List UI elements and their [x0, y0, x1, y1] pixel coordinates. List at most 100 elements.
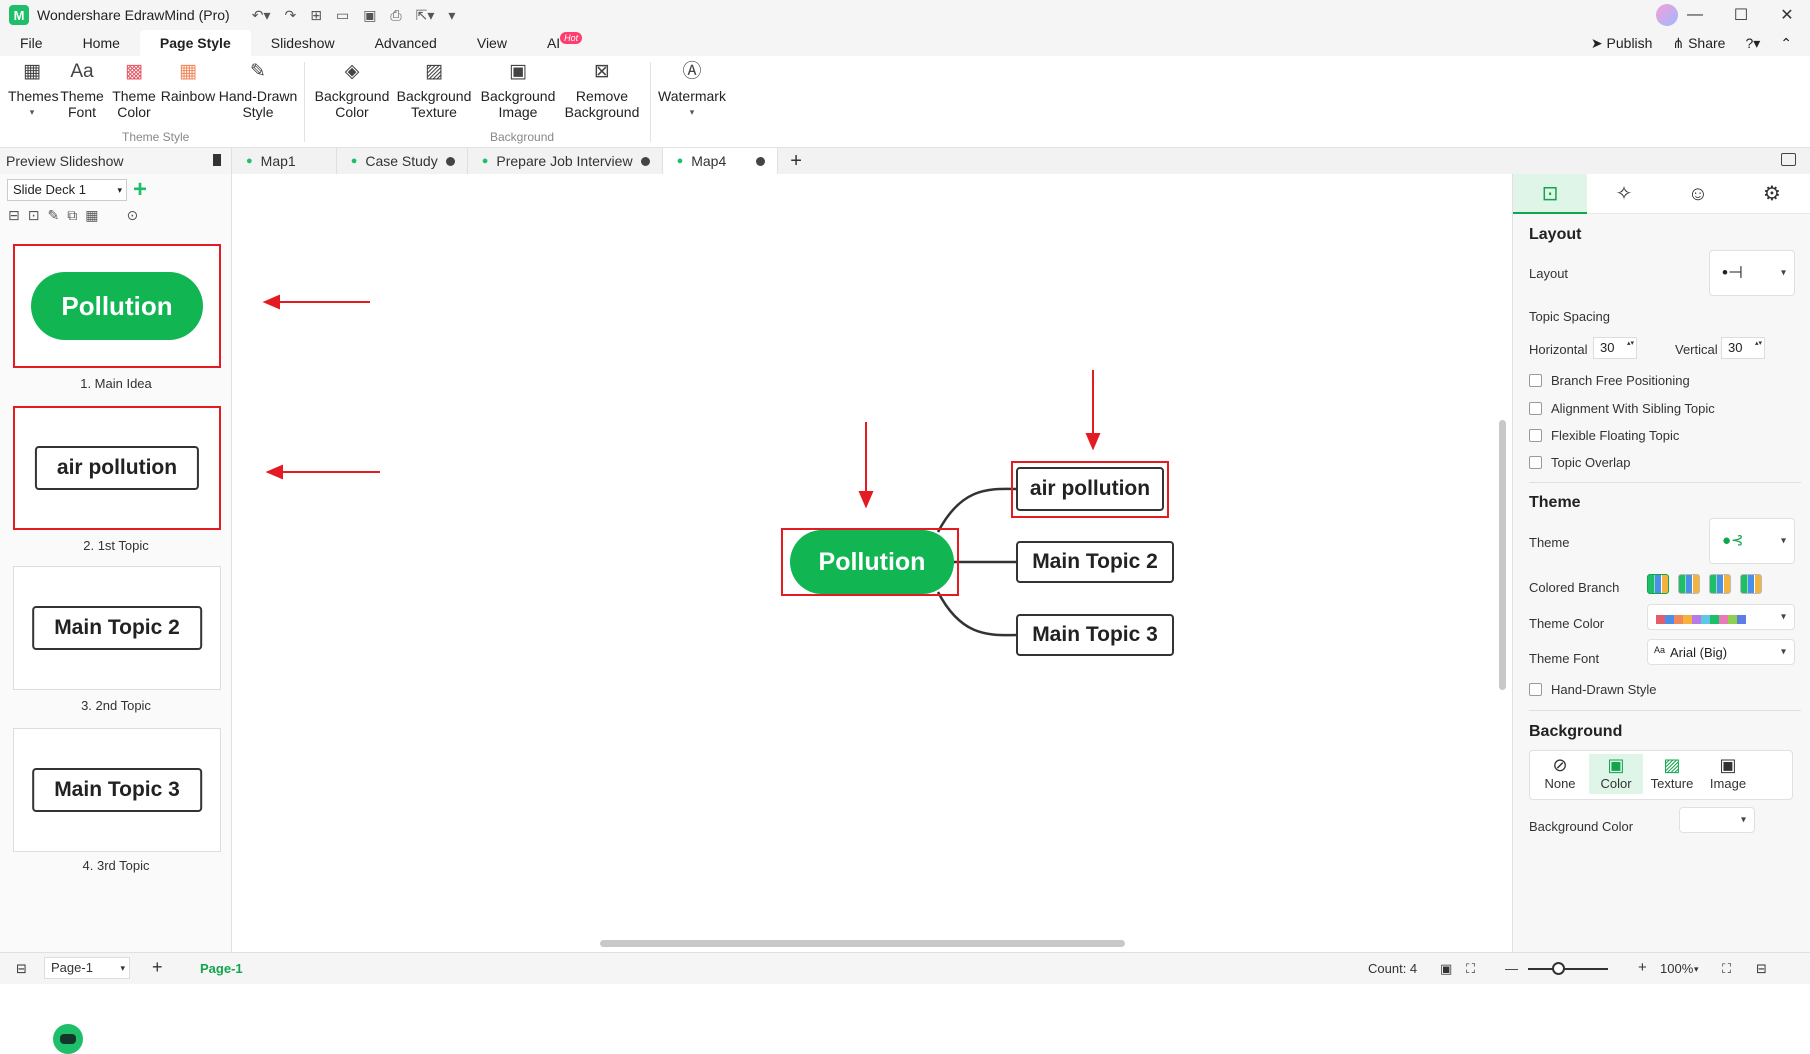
tab-map1[interactable]: ● Map1	[232, 148, 337, 174]
colored-branch-option-4[interactable]	[1740, 574, 1762, 594]
page-tab[interactable]: Page-1	[200, 961, 243, 976]
zoom-dropdown-icon[interactable]: ▾	[1694, 964, 1699, 975]
topic-main-topic-3[interactable]: Main Topic 3	[1016, 614, 1174, 656]
menu-page-style[interactable]: Page Style	[139, 30, 251, 56]
menu-ai[interactable]: AI Hot	[527, 30, 583, 56]
save-icon[interactable]: ▣	[363, 7, 376, 24]
background-texture-button[interactable]: ▨ Background Texture	[396, 60, 472, 120]
rainbow-button[interactable]: ▦ Rainbow	[160, 60, 216, 104]
menu-slideshow[interactable]: Slideshow	[251, 30, 355, 56]
redo-icon[interactable]: ↷	[284, 7, 296, 24]
fullscreen-icon[interactable]: ⛶	[1722, 961, 1731, 977]
fit-page-icon[interactable]: ▣	[1440, 961, 1452, 977]
ai-assistant-icon[interactable]	[53, 1024, 83, 1054]
slide-present-icon[interactable]: ⊡	[28, 207, 40, 224]
theme-color-button[interactable]: ▩ Theme Color	[110, 60, 158, 120]
publish-button[interactable]: ➤ Publish	[1591, 35, 1653, 52]
open-folder-icon[interactable]: ▭	[336, 7, 349, 24]
background-texture-option[interactable]: ▨ Texture	[1645, 754, 1699, 794]
alignment-checkbox[interactable]	[1529, 402, 1542, 415]
topic-overlap-checkbox[interactable]	[1529, 456, 1542, 469]
vertical-scrollbar[interactable]	[1499, 420, 1506, 690]
zoom-in-icon[interactable]: +	[1638, 959, 1647, 976]
slide-deck-select[interactable]: Slide Deck 1 ▾	[7, 179, 127, 201]
colored-branch-option-3[interactable]	[1709, 574, 1731, 594]
background-none-button[interactable]: ⊘ None	[1533, 754, 1587, 794]
central-topic[interactable]: Pollution	[790, 530, 954, 594]
colored-branch-option-1[interactable]	[1647, 574, 1669, 594]
minimize-button[interactable]: —	[1672, 6, 1718, 24]
menu-view[interactable]: View	[457, 30, 527, 56]
zoom-level[interactable]: 100%	[1660, 961, 1693, 976]
toggle-panel-icon[interactable]	[1781, 153, 1796, 166]
menu-home[interactable]: Home	[63, 30, 140, 56]
colored-branch-option-2[interactable]	[1678, 574, 1700, 594]
slide-thumbnail-2[interactable]: air pollution	[13, 406, 221, 530]
new-file-icon[interactable]: ⊞	[310, 7, 322, 24]
page-select[interactable]: Page-1 ▾	[44, 957, 130, 979]
remove-background-button[interactable]: ⊠ Remove Background	[562, 60, 642, 120]
tab-label: Map1	[260, 153, 296, 169]
slide-thumbnail-1[interactable]: Pollution	[13, 244, 221, 368]
background-color-option[interactable]: ▣ Color	[1589, 754, 1643, 794]
slide-thumbnail-3[interactable]: Main Topic 2	[13, 566, 221, 690]
slide-grid-icon[interactable]: ▦	[85, 207, 98, 224]
collapse-ribbon-icon[interactable]: ⌃	[1780, 35, 1792, 52]
watermark-button[interactable]: Ⓐ Watermark ▾	[656, 60, 728, 120]
play-slideshow-icon[interactable]: ⊙	[126, 207, 138, 224]
tab-icons[interactable]: ☺	[1661, 174, 1735, 214]
add-tab-icon[interactable]: +	[790, 150, 802, 173]
tab-case-study[interactable]: ● Case Study	[337, 148, 468, 174]
add-slide-deck-icon[interactable]: +	[133, 176, 147, 204]
tab-map4[interactable]: ● Map4	[662, 148, 779, 174]
vertical-spacing-input[interactable]: 30	[1721, 337, 1765, 359]
slide-node: Pollution	[31, 272, 203, 340]
branch-free-checkbox[interactable]	[1529, 374, 1542, 387]
horizontal-scrollbar[interactable]	[600, 940, 1125, 947]
background-image-option[interactable]: ▣ Image	[1701, 754, 1755, 794]
hand-drawn-button[interactable]: ✎ Hand-Drawn Style	[218, 60, 298, 120]
zoom-slider-handle[interactable]	[1552, 962, 1565, 975]
count-label: Count: 4	[1368, 961, 1418, 976]
maximize-button[interactable]: ☐	[1718, 5, 1764, 25]
theme-font-button[interactable]: Aa Theme Font	[58, 60, 106, 120]
background-color-select[interactable]: ▾	[1679, 807, 1755, 833]
layout-select[interactable]: •⊣ ▾	[1709, 250, 1795, 296]
theme-select[interactable]: ●⊰ ▾	[1709, 518, 1795, 564]
background-image-button[interactable]: ▣ Background Image	[478, 60, 558, 120]
panel-toggle-icon[interactable]: ⊟	[1756, 961, 1767, 977]
zoom-slider[interactable]	[1528, 968, 1608, 970]
topic-main-topic-2[interactable]: Main Topic 2	[1016, 541, 1174, 583]
slide-thumbnail-4[interactable]: Main Topic 3	[13, 728, 221, 852]
undo-icon[interactable]: ↶▾	[252, 7, 271, 24]
export-icon[interactable]: ⇱▾	[416, 7, 435, 24]
hand-drawn-checkbox[interactable]	[1529, 683, 1542, 696]
print-icon[interactable]: ⎙	[390, 7, 401, 24]
slide-add-icon[interactable]: ⊟	[8, 207, 20, 224]
customize-quick-access-icon[interactable]: ▾	[448, 7, 455, 24]
add-page-icon[interactable]: +	[152, 957, 163, 978]
pin-icon[interactable]	[213, 154, 221, 166]
close-button[interactable]: ✕	[1764, 5, 1810, 25]
horizontal-spacing-input[interactable]: 30	[1593, 337, 1637, 359]
slide-edit-icon[interactable]: ✎	[47, 207, 59, 224]
background-color-button[interactable]: ◈ Background Color	[314, 60, 390, 120]
themes-button[interactable]: ▦ Themes ▾	[8, 60, 59, 120]
theme-font-select[interactable]: Aa Arial (Big) ▾	[1647, 639, 1795, 665]
share-button[interactable]: ⋔ Share	[1672, 35, 1725, 52]
slide-copy-icon[interactable]: ⧉	[67, 207, 77, 224]
tab-page-format[interactable]: ⊡	[1513, 174, 1587, 214]
tab-settings[interactable]: ⚙	[1735, 174, 1809, 214]
tab-ai-style[interactable]: ✧	[1587, 174, 1661, 214]
zoom-out-icon[interactable]: —	[1505, 961, 1518, 976]
page-list-icon[interactable]: ⊟	[16, 961, 27, 977]
fit-width-icon[interactable]: ⛶	[1466, 961, 1475, 977]
help-icon[interactable]: ?▾	[1745, 35, 1760, 52]
layout-label: Layout	[1529, 266, 1569, 281]
tab-prepare-job-interview[interactable]: ● Prepare Job Interview	[468, 148, 663, 174]
menu-file[interactable]: File	[0, 30, 63, 56]
topic-air-pollution[interactable]: air pollution	[1016, 467, 1164, 511]
flexible-floating-checkbox[interactable]	[1529, 429, 1542, 442]
menu-advanced[interactable]: Advanced	[355, 30, 457, 56]
theme-color-select[interactable]: ▾	[1647, 604, 1795, 630]
